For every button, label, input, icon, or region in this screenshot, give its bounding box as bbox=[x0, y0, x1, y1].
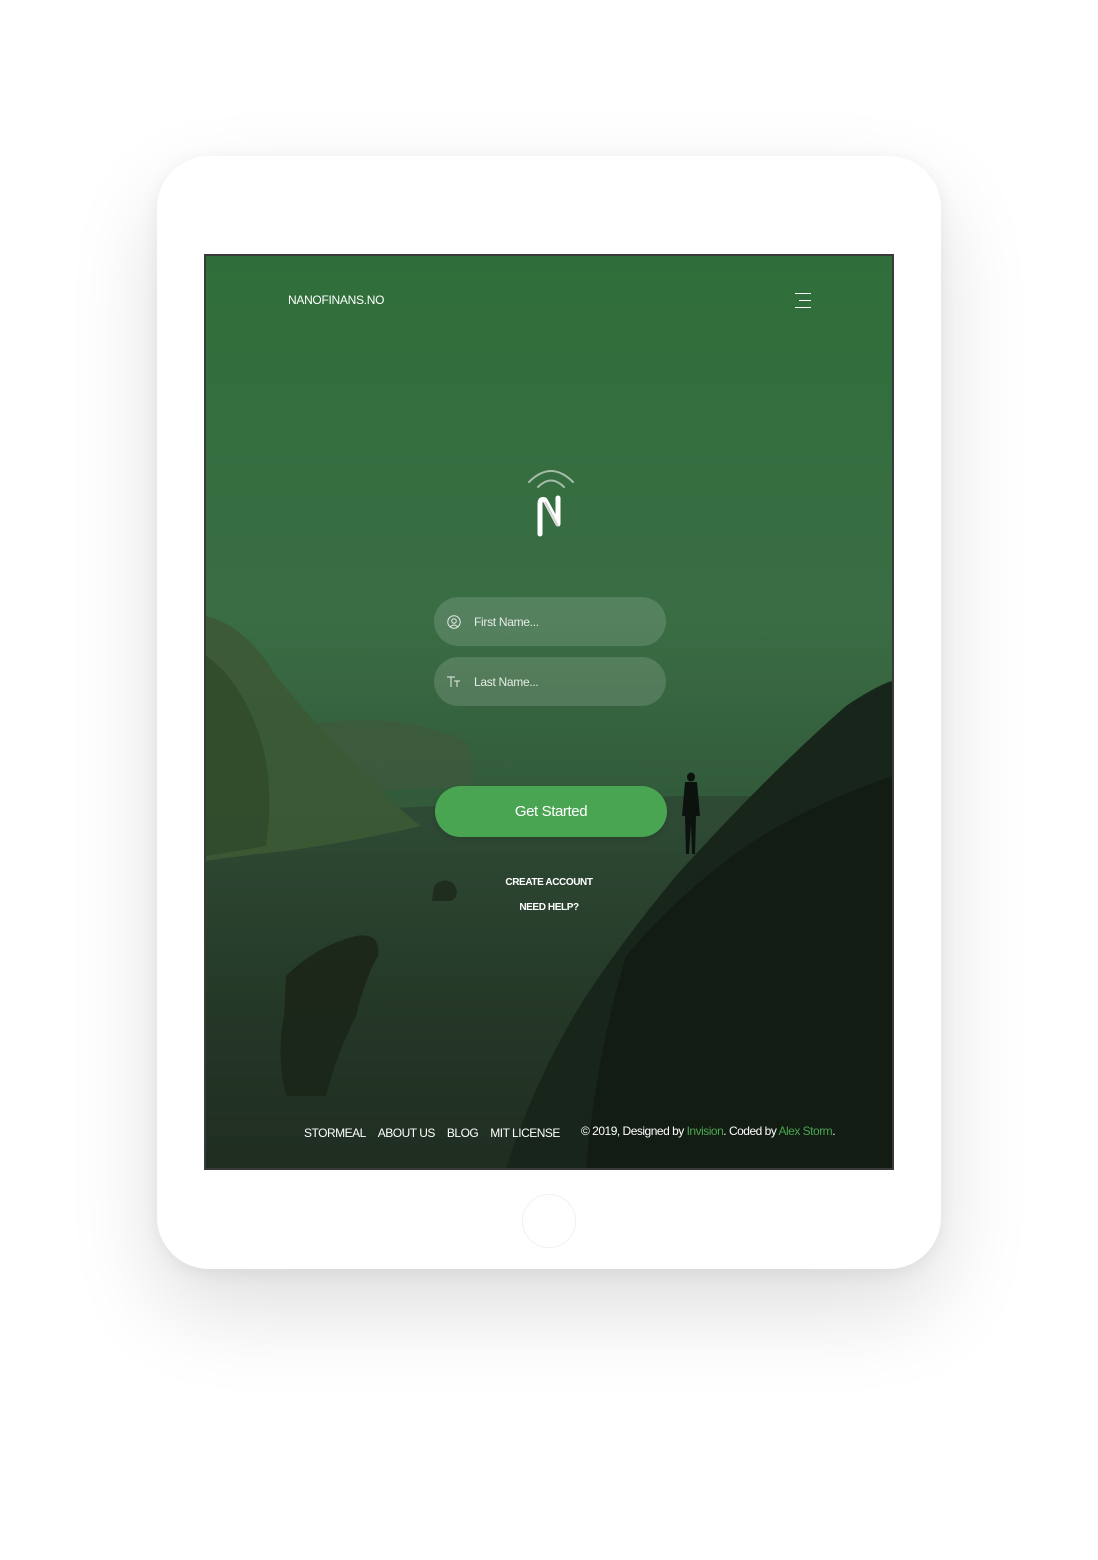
footer-link-blog[interactable]: BLOG bbox=[447, 1126, 479, 1140]
page-background: NANOFINANS.NO G bbox=[0, 0, 1098, 1560]
copyright-text: © 2019, Designed by Invision. Coded by A… bbox=[581, 1124, 836, 1138]
first-name-input[interactable] bbox=[474, 614, 644, 629]
home-button[interactable] bbox=[522, 1194, 576, 1248]
footer-link-stormeal[interactable]: STORMEAL bbox=[304, 1126, 366, 1140]
hamburger-menu-icon[interactable] bbox=[791, 290, 813, 312]
landscape-background-image bbox=[206, 616, 892, 1168]
app-screen: NANOFINANS.NO G bbox=[204, 254, 894, 1170]
footer-link-mit-license[interactable]: MIT LICENSE bbox=[490, 1126, 560, 1140]
footer-link-about-us[interactable]: ABOUT US bbox=[378, 1126, 436, 1140]
copyright-suffix: . bbox=[832, 1124, 836, 1138]
coder-link[interactable]: Alex Storm bbox=[779, 1124, 833, 1138]
designer-link[interactable]: Invision bbox=[687, 1124, 724, 1138]
text-type-icon bbox=[447, 676, 460, 687]
wifi-arc-logo-icon bbox=[528, 470, 574, 537]
user-circle-icon bbox=[447, 614, 461, 629]
create-account-link[interactable]: CREATE ACCOUNT bbox=[206, 877, 892, 888]
first-name-field[interactable] bbox=[434, 597, 666, 646]
footer-nav: STORMEAL ABOUT US BLOG MIT LICENSE bbox=[304, 1126, 560, 1140]
brand-name[interactable]: NANOFINANS.NO bbox=[288, 293, 384, 307]
last-name-field[interactable] bbox=[434, 657, 666, 706]
copyright-prefix: © 2019, Designed by bbox=[581, 1124, 687, 1138]
need-help-link[interactable]: NEED HELP? bbox=[206, 902, 892, 913]
last-name-input[interactable] bbox=[474, 674, 644, 689]
get-started-button[interactable]: Get Started bbox=[435, 786, 667, 837]
coded-by-text: . Coded by bbox=[723, 1124, 779, 1138]
